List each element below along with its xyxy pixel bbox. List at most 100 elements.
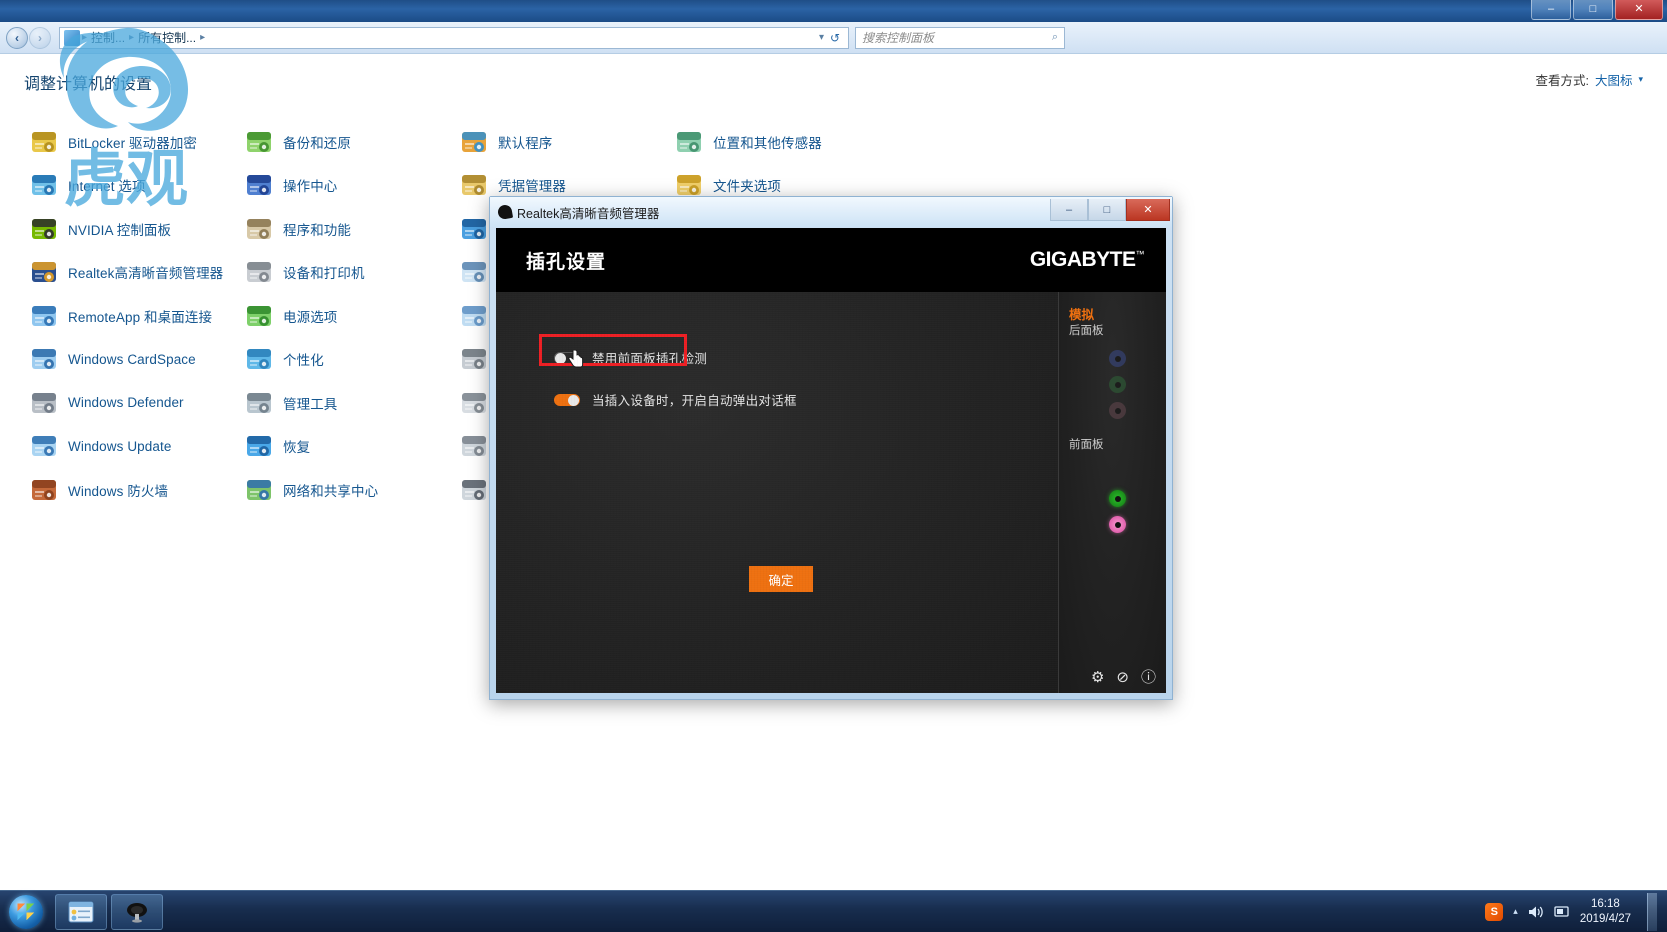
breadcrumb-control-panel[interactable]: 控制... [89, 29, 127, 46]
view-by-control[interactable]: 查看方式: 大图标 ▾ [1535, 70, 1643, 89]
control-panel-item[interactable]: 设备和打印机 [233, 251, 448, 295]
show-hidden-icons-button[interactable]: ▴ [1513, 906, 1518, 917]
show-desktop-button[interactable] [1647, 892, 1657, 931]
control-panel-item-label: 凭据管理器 [498, 179, 566, 195]
clock[interactable]: 16:18 2019/4/27 [1580, 897, 1631, 926]
devices-printers-icon [245, 258, 273, 286]
control-panel-item[interactable]: 个性化 [233, 338, 448, 382]
date-time-icon [460, 258, 488, 286]
control-panel-item[interactable]: 管理工具 [233, 381, 448, 425]
control-panel-item[interactable]: 电源选项 [233, 294, 448, 338]
firewall-icon [30, 476, 58, 504]
window-titlebar: – □ ✕ [0, 0, 1667, 22]
minimize-button[interactable]: – [1531, 0, 1571, 20]
start-button[interactable] [1, 892, 51, 932]
rear-jack-pink[interactable] [1109, 402, 1126, 419]
control-panel-item[interactable]: Internet 选项 [18, 164, 233, 208]
chevron-up-icon: ▴ [1513, 906, 1518, 916]
window-controls: – □ ✕ [1531, 0, 1663, 20]
nav-arrows: ‹ › [6, 26, 51, 49]
dialog-minimize-icon: – [1065, 203, 1073, 216]
control-panel-item[interactable]: Windows 防火墙 [18, 468, 233, 512]
breadcrumb-all-items[interactable]: 所有控制... [136, 29, 198, 46]
view-by-value[interactable]: 大图标 [1595, 70, 1633, 89]
control-panel-item-label: 操作中心 [283, 179, 338, 195]
option-row-disable-front-panel-detection[interactable]: 禁用前面板插孔检测 [554, 348, 707, 367]
dialog-frame: Realtek高清晰音频管理器 – □ ✕ 插孔设置 GIGABYTE™ 禁用前… [489, 196, 1173, 700]
forward-button[interactable]: › [29, 26, 51, 49]
realtek-audio-dialog: Realtek高清晰音频管理器 – □ ✕ 插孔设置 GIGABYTE™ 禁用前… [489, 196, 1173, 700]
control-panel-item[interactable]: Realtek高清晰音频管理器 [18, 251, 233, 295]
speaker-glyph [1528, 906, 1543, 917]
toggle-knob [555, 352, 566, 364]
option-label-disable-front-panel-detection: 禁用前面板插孔检测 [592, 352, 708, 366]
volume-icon[interactable] [1528, 905, 1544, 919]
device-manager-icon [460, 345, 488, 373]
dialog-close-button[interactable]: ✕ [1126, 199, 1170, 221]
taskbar-item-control-panel[interactable] [55, 893, 107, 930]
realtek-speaker-icon [496, 203, 514, 221]
option-row-auto-popup-dialog[interactable]: 当插入设备时，开启自动弹出对话框 [554, 390, 797, 409]
control-panel-window-icon [68, 901, 94, 922]
dialog-body: 插孔设置 GIGABYTE™ 禁用前面板插孔检测 当插入设备时，开启自动弹出对话… [496, 228, 1166, 693]
realtek-speaker-icon [127, 902, 147, 923]
credential-manager-icon [460, 171, 488, 199]
control-panel-item-label: 个性化 [283, 353, 324, 369]
taskbar-item-realtek[interactable] [111, 893, 163, 930]
address-bar[interactable]: ▸ 控制... ▸ 所有控制... ▸ ▾ ↺ [59, 26, 849, 49]
taskbar: S ▴ 16:18 2019/4/27 [0, 890, 1667, 932]
control-panel-item[interactable]: 操作中心 [233, 164, 448, 208]
search-placeholder: 搜索控制面板 [862, 31, 935, 45]
control-panel-item[interactable]: Windows CardSpace [18, 338, 233, 382]
search-box[interactable]: 搜索控制面板 ⌕ [855, 26, 1065, 49]
sogou-input-icon[interactable]: S [1485, 902, 1504, 921]
refresh-icon[interactable]: ↺ [826, 29, 844, 47]
info-circle-icon[interactable]: ⓘ [1141, 670, 1156, 685]
power-options-icon [245, 302, 273, 330]
rear-jack-green[interactable] [1109, 376, 1126, 393]
navigation-bar: ‹ › ▸ 控制... ▸ 所有控制... ▸ ▾ ↺ 搜索控制面板 ⌕ [0, 22, 1667, 54]
control-panel-item[interactable]: Windows Update [18, 425, 233, 469]
gear-icon[interactable]: ⚙ [1091, 670, 1104, 685]
address-dropdown-icon[interactable]: ▾ [819, 32, 824, 43]
ok-button[interactable]: 确定 [749, 566, 813, 592]
pen-circle-icon[interactable]: ⊘ [1116, 670, 1129, 685]
action-center-icon [245, 171, 273, 199]
control-panel-item-label: 恢复 [283, 440, 311, 456]
control-panel-item-label: 网络和共享中心 [283, 483, 379, 499]
control-panel-item[interactable]: 备份和还原 [233, 120, 448, 164]
control-panel-item[interactable]: 默认程序 [448, 120, 663, 164]
page-header: 调整计算机的设置 查看方式: 大图标 ▾ [18, 68, 1649, 94]
dialog-title: Realtek高清晰音频管理器 [517, 206, 660, 221]
network-icon[interactable] [1554, 905, 1570, 919]
control-panel-item[interactable]: RemoteApp 和桌面连接 [18, 294, 233, 338]
control-panel-item[interactable]: Windows Defender [18, 381, 233, 425]
close-button[interactable]: ✕ [1615, 0, 1663, 20]
dialog-header-title: 插孔设置 [526, 251, 607, 273]
toggle-auto-popup-dialog[interactable] [554, 393, 580, 406]
control-panel-item[interactable]: 程序和功能 [233, 207, 448, 251]
sidebar-mode-label: 模拟 [1069, 308, 1095, 322]
dialog-maximize-button[interactable]: □ [1088, 199, 1126, 221]
front-jack-pink[interactable] [1109, 516, 1126, 533]
realtek-icon [30, 258, 58, 286]
control-panel-item[interactable]: 恢复 [233, 425, 448, 469]
dialog-minimize-button[interactable]: – [1050, 199, 1088, 221]
control-panel-item[interactable]: BitLocker 驱动器加密 [18, 120, 233, 164]
toggle-disable-front-panel-detection[interactable] [554, 351, 580, 364]
dialog-header: 插孔设置 GIGABYTE™ [496, 228, 1166, 292]
control-panel-item[interactable]: 网络和共享中心 [233, 468, 448, 512]
monitor-glyph [1554, 905, 1569, 917]
control-panel-item[interactable]: NVIDIA 控制面板 [18, 207, 233, 251]
back-button[interactable]: ‹ [6, 26, 28, 49]
control-panel-item[interactable]: 位置和其他传感器 [663, 120, 878, 164]
maximize-button[interactable]: □ [1573, 0, 1613, 20]
network-sharing-icon [245, 476, 273, 504]
option-label-auto-popup-dialog: 当插入设备时，开启自动弹出对话框 [592, 394, 797, 408]
rear-jack-blue[interactable] [1109, 350, 1126, 367]
chevron-down-icon[interactable]: ▾ [1638, 74, 1643, 85]
personalization-icon [245, 345, 273, 373]
control-panel-item-label: 电源选项 [283, 309, 338, 325]
front-jack-green[interactable] [1109, 490, 1126, 507]
jack-hole [1114, 495, 1121, 502]
